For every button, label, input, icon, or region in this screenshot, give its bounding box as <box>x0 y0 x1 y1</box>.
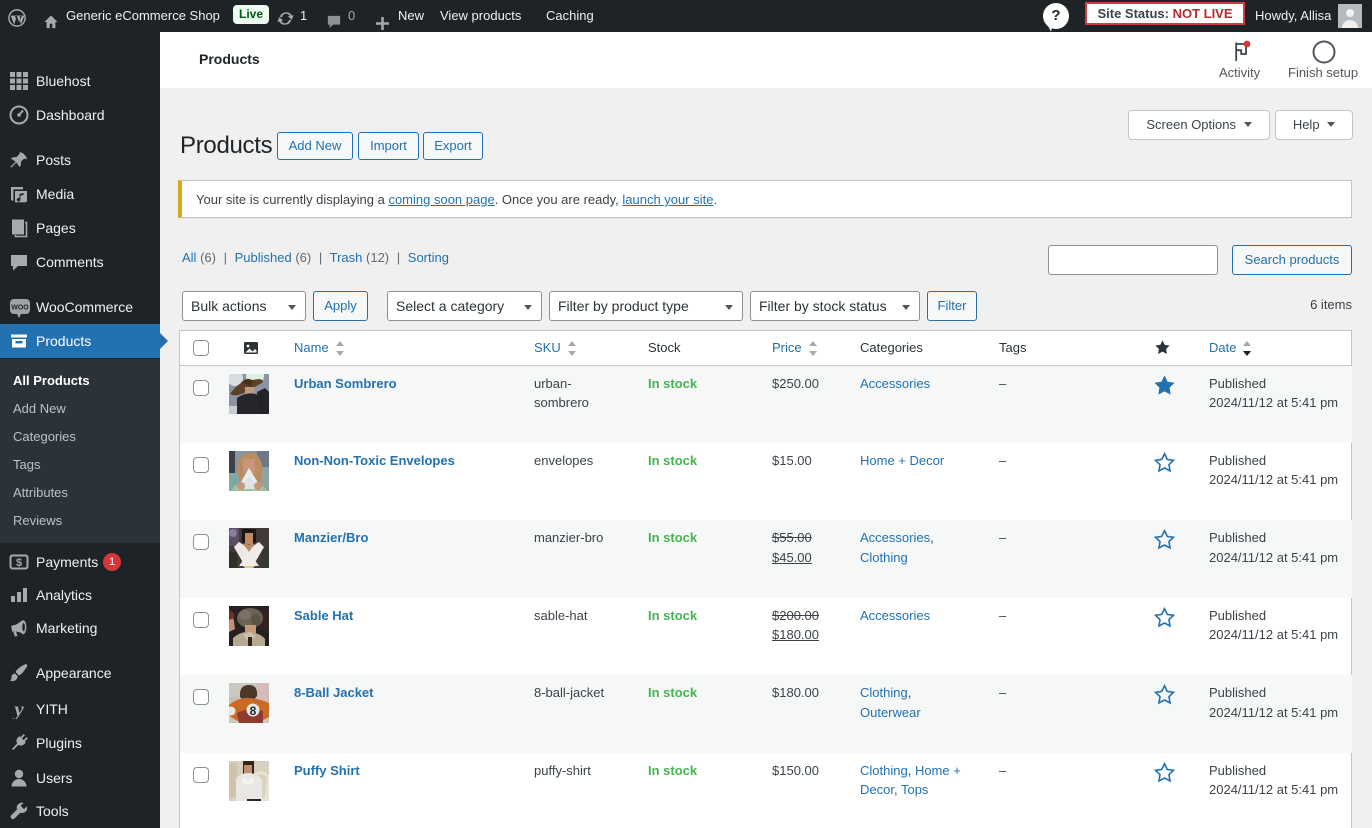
svg-text:$: $ <box>16 557 22 569</box>
svg-text:8: 8 <box>250 704 257 718</box>
svg-text:WOO: WOO <box>11 305 29 312</box>
svg-text:y: y <box>11 699 24 719</box>
